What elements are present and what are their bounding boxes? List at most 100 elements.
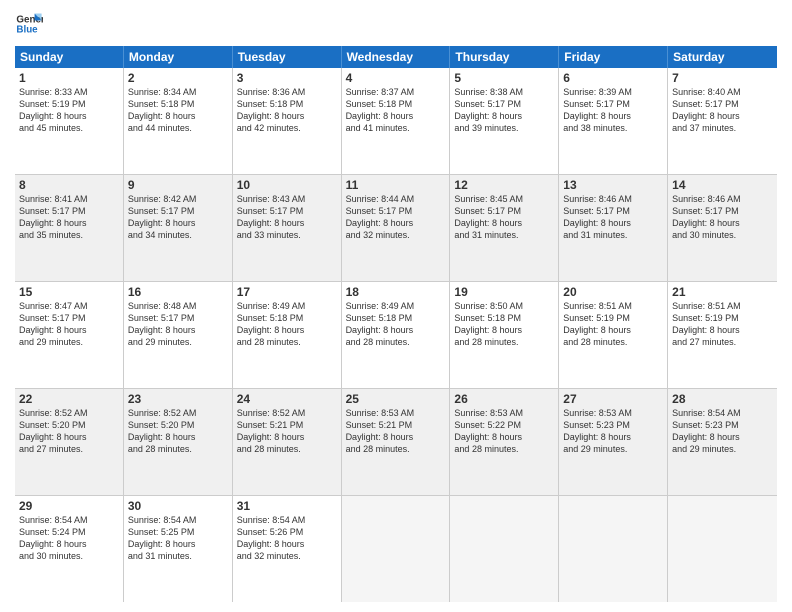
day-cell-7: 7 Sunrise: 8:40 AMSunset: 5:17 PMDayligh…: [668, 68, 777, 174]
calendar: SundayMondayTuesdayWednesdayThursdayFrid…: [15, 46, 777, 602]
header: General Blue: [15, 10, 777, 38]
day-number: 7: [672, 71, 773, 85]
day-info: Sunrise: 8:42 AMSunset: 5:17 PMDaylight:…: [128, 194, 197, 240]
day-cell-16: 16 Sunrise: 8:48 AMSunset: 5:17 PMDaylig…: [124, 282, 233, 388]
day-info: Sunrise: 8:38 AMSunset: 5:17 PMDaylight:…: [454, 87, 523, 133]
day-info: Sunrise: 8:41 AMSunset: 5:17 PMDaylight:…: [19, 194, 88, 240]
calendar-body: 1 Sunrise: 8:33 AMSunset: 5:19 PMDayligh…: [15, 68, 777, 602]
day-cell-13: 13 Sunrise: 8:46 AMSunset: 5:17 PMDaylig…: [559, 175, 668, 281]
day-info: Sunrise: 8:54 AMSunset: 5:25 PMDaylight:…: [128, 515, 197, 561]
page: General Blue SundayMondayTuesdayWednesda…: [0, 0, 792, 612]
calendar-week-4: 22 Sunrise: 8:52 AMSunset: 5:20 PMDaylig…: [15, 389, 777, 496]
day-cell-26: 26 Sunrise: 8:53 AMSunset: 5:22 PMDaylig…: [450, 389, 559, 495]
header-day-friday: Friday: [559, 46, 668, 68]
day-cell-17: 17 Sunrise: 8:49 AMSunset: 5:18 PMDaylig…: [233, 282, 342, 388]
calendar-header: SundayMondayTuesdayWednesdayThursdayFrid…: [15, 46, 777, 68]
day-number: 3: [237, 71, 337, 85]
day-number: 26: [454, 392, 554, 406]
day-info: Sunrise: 8:37 AMSunset: 5:18 PMDaylight:…: [346, 87, 415, 133]
day-cell-5: 5 Sunrise: 8:38 AMSunset: 5:17 PMDayligh…: [450, 68, 559, 174]
day-cell-2: 2 Sunrise: 8:34 AMSunset: 5:18 PMDayligh…: [124, 68, 233, 174]
day-info: Sunrise: 8:54 AMSunset: 5:24 PMDaylight:…: [19, 515, 88, 561]
calendar-week-1: 1 Sunrise: 8:33 AMSunset: 5:19 PMDayligh…: [15, 68, 777, 175]
day-info: Sunrise: 8:52 AMSunset: 5:20 PMDaylight:…: [19, 408, 88, 454]
day-number: 8: [19, 178, 119, 192]
day-info: Sunrise: 8:36 AMSunset: 5:18 PMDaylight:…: [237, 87, 306, 133]
day-info: Sunrise: 8:46 AMSunset: 5:17 PMDaylight:…: [563, 194, 632, 240]
day-number: 31: [237, 499, 337, 513]
day-number: 14: [672, 178, 773, 192]
day-info: Sunrise: 8:54 AMSunset: 5:23 PMDaylight:…: [672, 408, 741, 454]
empty-cell: [450, 496, 559, 602]
day-info: Sunrise: 8:53 AMSunset: 5:22 PMDaylight:…: [454, 408, 523, 454]
day-info: Sunrise: 8:43 AMSunset: 5:17 PMDaylight:…: [237, 194, 306, 240]
day-cell-11: 11 Sunrise: 8:44 AMSunset: 5:17 PMDaylig…: [342, 175, 451, 281]
day-info: Sunrise: 8:34 AMSunset: 5:18 PMDaylight:…: [128, 87, 197, 133]
day-cell-14: 14 Sunrise: 8:46 AMSunset: 5:17 PMDaylig…: [668, 175, 777, 281]
day-cell-6: 6 Sunrise: 8:39 AMSunset: 5:17 PMDayligh…: [559, 68, 668, 174]
day-number: 2: [128, 71, 228, 85]
day-number: 10: [237, 178, 337, 192]
day-cell-22: 22 Sunrise: 8:52 AMSunset: 5:20 PMDaylig…: [15, 389, 124, 495]
day-number: 27: [563, 392, 663, 406]
day-info: Sunrise: 8:44 AMSunset: 5:17 PMDaylight:…: [346, 194, 415, 240]
header-day-saturday: Saturday: [668, 46, 777, 68]
day-cell-28: 28 Sunrise: 8:54 AMSunset: 5:23 PMDaylig…: [668, 389, 777, 495]
empty-cell: [668, 496, 777, 602]
day-number: 16: [128, 285, 228, 299]
day-info: Sunrise: 8:49 AMSunset: 5:18 PMDaylight:…: [346, 301, 415, 347]
day-number: 5: [454, 71, 554, 85]
day-number: 15: [19, 285, 119, 299]
day-number: 20: [563, 285, 663, 299]
day-info: Sunrise: 8:45 AMSunset: 5:17 PMDaylight:…: [454, 194, 523, 240]
day-info: Sunrise: 8:47 AMSunset: 5:17 PMDaylight:…: [19, 301, 88, 347]
day-number: 24: [237, 392, 337, 406]
logo-icon: General Blue: [15, 10, 43, 38]
day-number: 19: [454, 285, 554, 299]
day-number: 17: [237, 285, 337, 299]
day-number: 30: [128, 499, 228, 513]
calendar-week-2: 8 Sunrise: 8:41 AMSunset: 5:17 PMDayligh…: [15, 175, 777, 282]
header-day-tuesday: Tuesday: [233, 46, 342, 68]
day-cell-15: 15 Sunrise: 8:47 AMSunset: 5:17 PMDaylig…: [15, 282, 124, 388]
day-number: 6: [563, 71, 663, 85]
day-info: Sunrise: 8:50 AMSunset: 5:18 PMDaylight:…: [454, 301, 523, 347]
header-day-monday: Monday: [124, 46, 233, 68]
day-cell-24: 24 Sunrise: 8:52 AMSunset: 5:21 PMDaylig…: [233, 389, 342, 495]
day-info: Sunrise: 8:51 AMSunset: 5:19 PMDaylight:…: [672, 301, 741, 347]
day-info: Sunrise: 8:49 AMSunset: 5:18 PMDaylight:…: [237, 301, 306, 347]
day-cell-12: 12 Sunrise: 8:45 AMSunset: 5:17 PMDaylig…: [450, 175, 559, 281]
day-cell-18: 18 Sunrise: 8:49 AMSunset: 5:18 PMDaylig…: [342, 282, 451, 388]
day-number: 22: [19, 392, 119, 406]
day-number: 28: [672, 392, 773, 406]
day-cell-29: 29 Sunrise: 8:54 AMSunset: 5:24 PMDaylig…: [15, 496, 124, 602]
day-cell-30: 30 Sunrise: 8:54 AMSunset: 5:25 PMDaylig…: [124, 496, 233, 602]
day-cell-21: 21 Sunrise: 8:51 AMSunset: 5:19 PMDaylig…: [668, 282, 777, 388]
day-info: Sunrise: 8:33 AMSunset: 5:19 PMDaylight:…: [19, 87, 88, 133]
header-day-thursday: Thursday: [450, 46, 559, 68]
day-info: Sunrise: 8:53 AMSunset: 5:21 PMDaylight:…: [346, 408, 415, 454]
day-info: Sunrise: 8:46 AMSunset: 5:17 PMDaylight:…: [672, 194, 741, 240]
header-day-wednesday: Wednesday: [342, 46, 451, 68]
day-info: Sunrise: 8:48 AMSunset: 5:17 PMDaylight:…: [128, 301, 197, 347]
day-info: Sunrise: 8:40 AMSunset: 5:17 PMDaylight:…: [672, 87, 741, 133]
day-number: 4: [346, 71, 446, 85]
day-number: 13: [563, 178, 663, 192]
day-cell-4: 4 Sunrise: 8:37 AMSunset: 5:18 PMDayligh…: [342, 68, 451, 174]
day-number: 21: [672, 285, 773, 299]
day-number: 29: [19, 499, 119, 513]
day-cell-3: 3 Sunrise: 8:36 AMSunset: 5:18 PMDayligh…: [233, 68, 342, 174]
logo: General Blue: [15, 10, 47, 38]
day-info: Sunrise: 8:51 AMSunset: 5:19 PMDaylight:…: [563, 301, 632, 347]
calendar-week-3: 15 Sunrise: 8:47 AMSunset: 5:17 PMDaylig…: [15, 282, 777, 389]
day-number: 9: [128, 178, 228, 192]
day-number: 25: [346, 392, 446, 406]
day-cell-27: 27 Sunrise: 8:53 AMSunset: 5:23 PMDaylig…: [559, 389, 668, 495]
day-cell-10: 10 Sunrise: 8:43 AMSunset: 5:17 PMDaylig…: [233, 175, 342, 281]
empty-cell: [559, 496, 668, 602]
day-cell-19: 19 Sunrise: 8:50 AMSunset: 5:18 PMDaylig…: [450, 282, 559, 388]
day-cell-23: 23 Sunrise: 8:52 AMSunset: 5:20 PMDaylig…: [124, 389, 233, 495]
day-cell-25: 25 Sunrise: 8:53 AMSunset: 5:21 PMDaylig…: [342, 389, 451, 495]
day-cell-9: 9 Sunrise: 8:42 AMSunset: 5:17 PMDayligh…: [124, 175, 233, 281]
day-number: 18: [346, 285, 446, 299]
